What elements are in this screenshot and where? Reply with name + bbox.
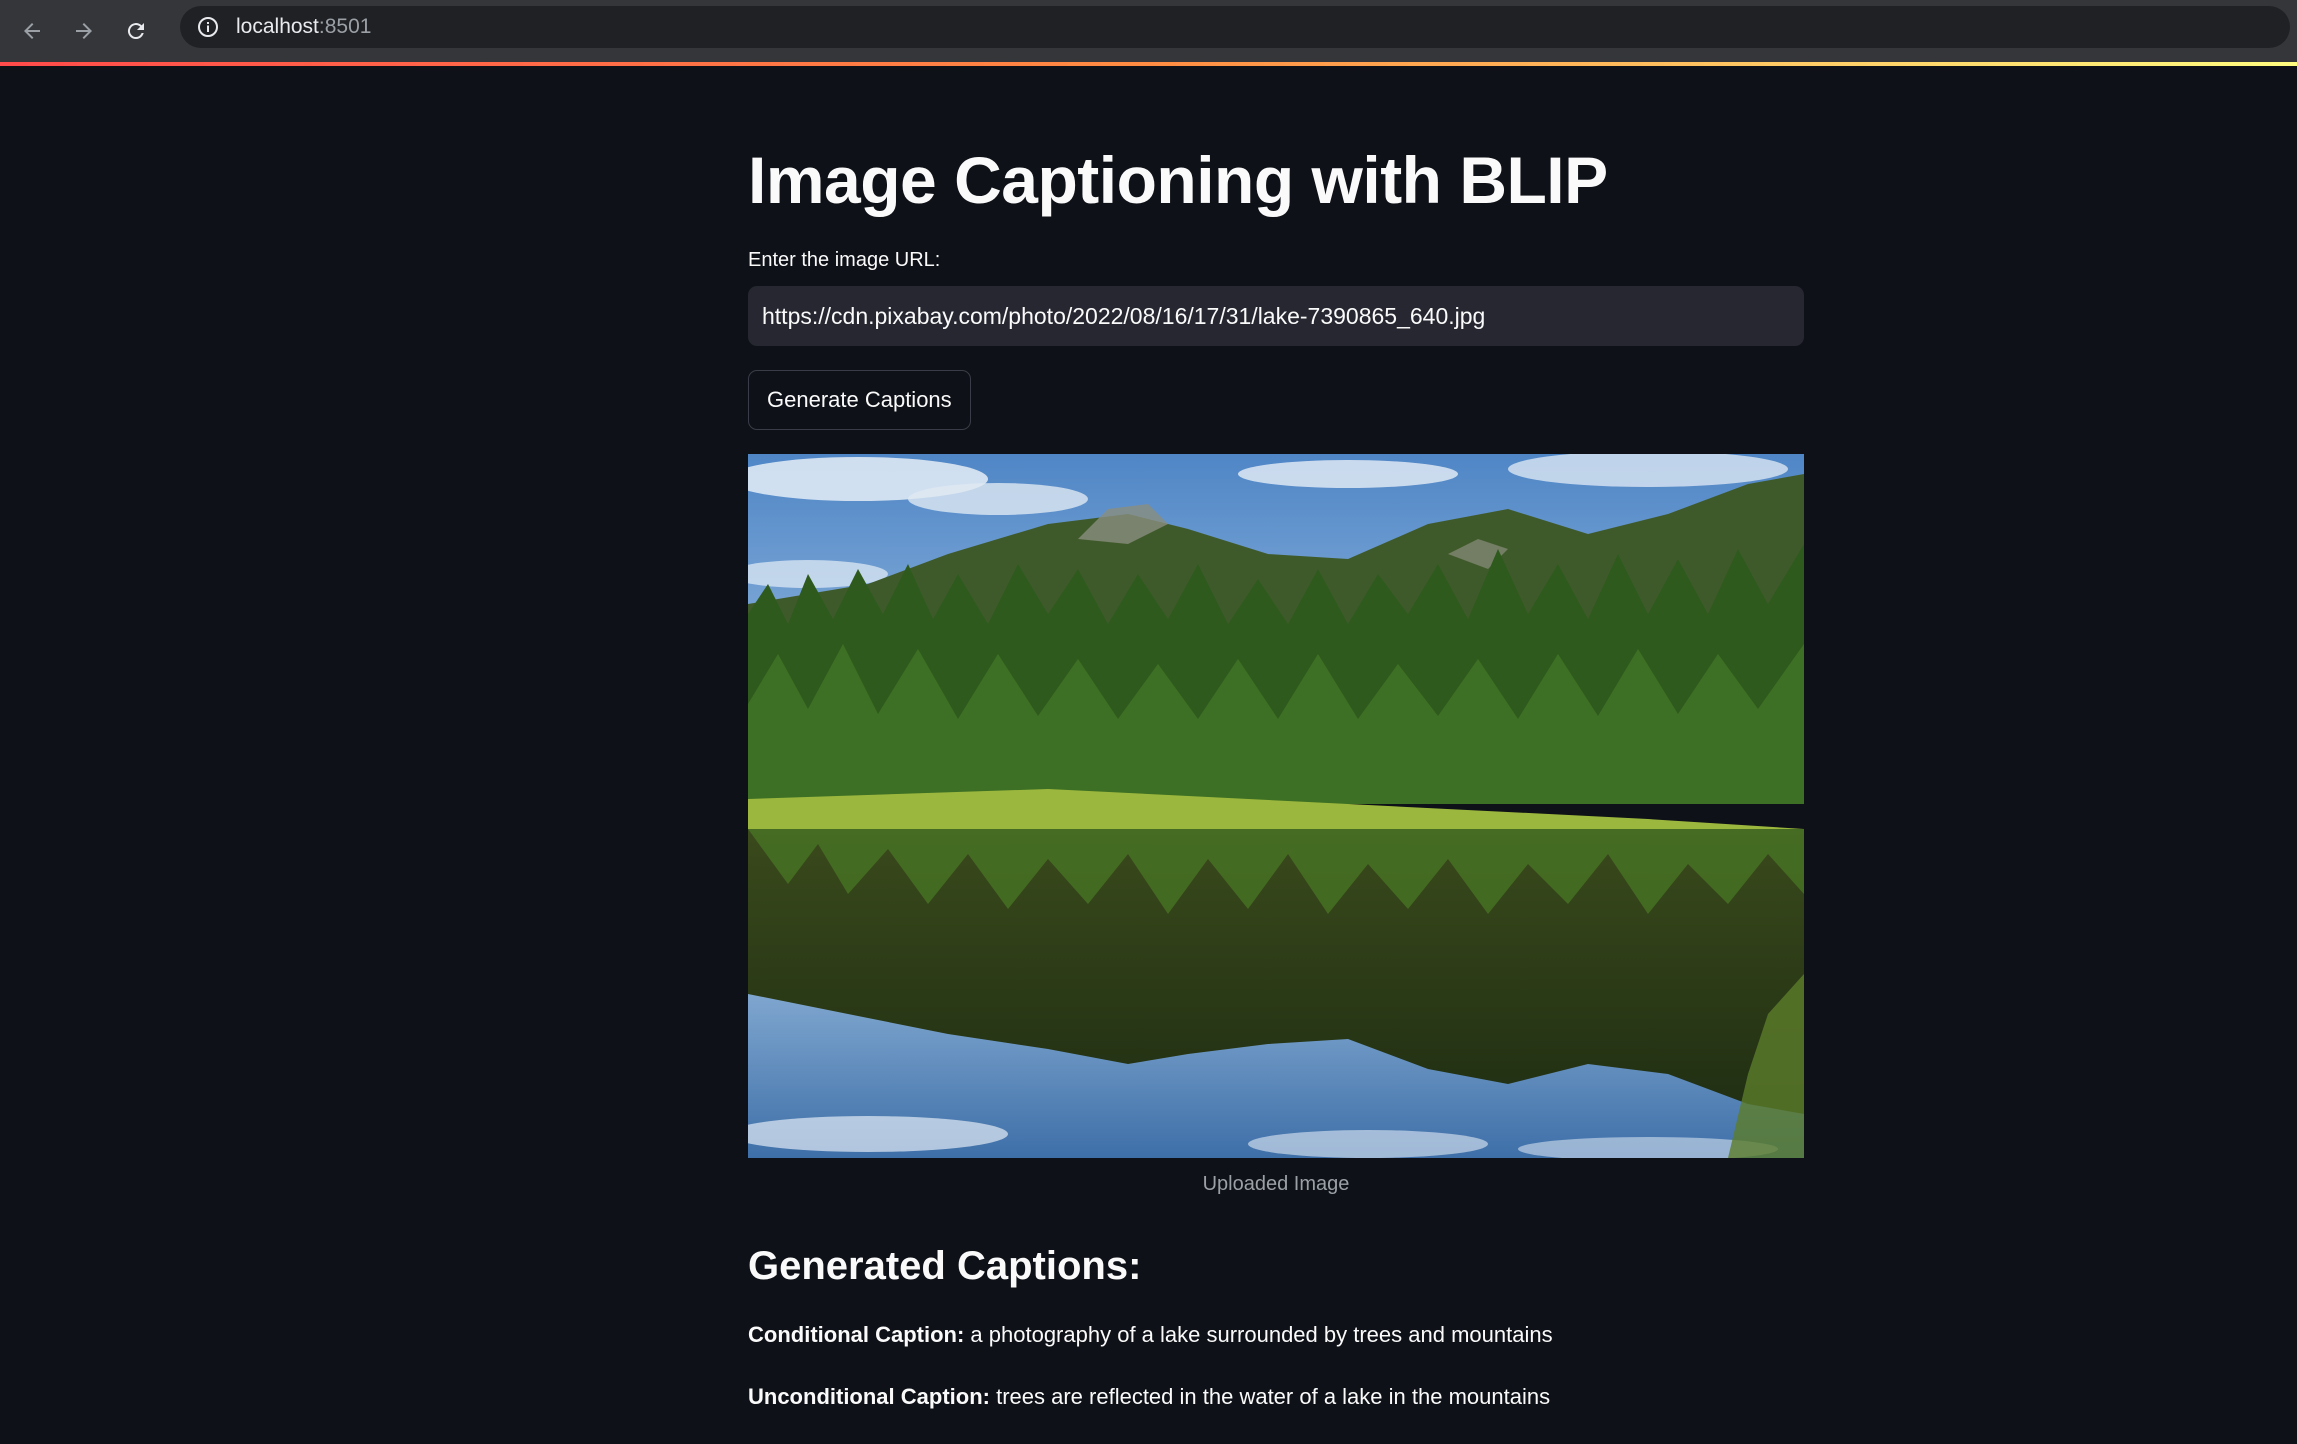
generate-captions-button[interactable]: Generate Captions — [748, 370, 971, 430]
image-caption: Uploaded Image — [1202, 1173, 1350, 1195]
back-button[interactable] — [12, 11, 52, 51]
url-port: :8501 — [318, 15, 372, 38]
forward-button[interactable] — [64, 11, 104, 51]
conditional-caption: Conditional Caption: a photography of a … — [748, 1322, 1553, 1348]
captions-heading: Generated Captions: — [748, 1244, 1142, 1288]
reload-icon — [127, 23, 144, 40]
url-host: localhost — [236, 15, 319, 38]
conditional-caption-text: a photography of a lake surrounded by tr… — [970, 1322, 1553, 1347]
unconditional-caption: Unconditional Caption: trees are reflect… — [748, 1384, 1550, 1410]
url-input-label: Enter the image URL: — [748, 249, 941, 271]
app-header-decoration — [0, 62, 2297, 66]
uploaded-image — [748, 454, 1804, 1158]
unconditional-caption-text: trees are reflected in the water of a la… — [996, 1384, 1551, 1409]
address-bar[interactable]: localhost:8501 — [180, 6, 2290, 48]
arrow-right-icon — [76, 23, 92, 39]
reload-button[interactable] — [116, 11, 156, 51]
browser-toolbar: localhost:8501 — [0, 0, 2297, 62]
conditional-caption-label: Conditional Caption: — [748, 1322, 965, 1347]
page-title: Image Captioning with BLIP — [748, 143, 1608, 217]
image-url-input[interactable] — [748, 286, 1804, 346]
info-icon[interactable] — [194, 13, 222, 41]
unconditional-caption-label: Unconditional Caption: — [748, 1384, 990, 1409]
arrow-left-icon — [24, 23, 40, 39]
